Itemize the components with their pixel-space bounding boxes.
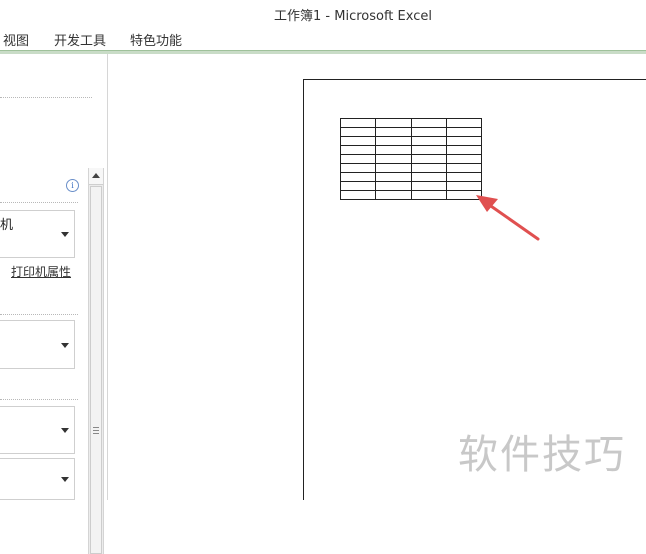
preview-table [339, 118, 483, 200]
chevron-down-icon [61, 477, 69, 482]
print-settings-panel: i 机 打印机属性 [0, 54, 108, 554]
section-divider [0, 97, 92, 98]
tab-view[interactable]: 视图 [3, 30, 29, 49]
printer-properties-link[interactable]: 打印机属性 [11, 263, 71, 280]
settings-dropdown-3[interactable] [0, 458, 75, 500]
chevron-down-icon [61, 342, 69, 348]
printer-dropdown[interactable]: 机 [0, 210, 75, 258]
ribbon-tabs: 视图 开发工具 特色功能 [0, 26, 646, 50]
info-icon[interactable]: i [66, 179, 79, 192]
section-divider [0, 399, 78, 400]
settings-dropdown-1[interactable] [0, 320, 75, 369]
section-divider [0, 314, 78, 315]
grip-icon [93, 427, 99, 436]
annotation-arrow-icon [476, 195, 540, 241]
window-title: 工作簿1 - Microsoft Excel [274, 9, 432, 24]
chevron-down-icon [61, 428, 69, 433]
scroll-up-button[interactable] [89, 168, 103, 185]
section-divider [0, 202, 78, 203]
title-bar: 工作簿1 - Microsoft Excel [0, 0, 646, 26]
settings-dropdown-2[interactable] [0, 406, 75, 454]
tab-special-features[interactable]: 特色功能 [130, 30, 182, 49]
printer-dropdown-label: 机 [0, 218, 14, 233]
chevron-down-icon [61, 232, 69, 237]
tab-developer[interactable]: 开发工具 [54, 30, 106, 49]
watermark-text: 软件技巧 [458, 432, 626, 478]
chevron-up-icon [92, 173, 100, 178]
scroll-thumb[interactable] [90, 186, 102, 554]
panel-scrollbar[interactable] [88, 168, 104, 554]
